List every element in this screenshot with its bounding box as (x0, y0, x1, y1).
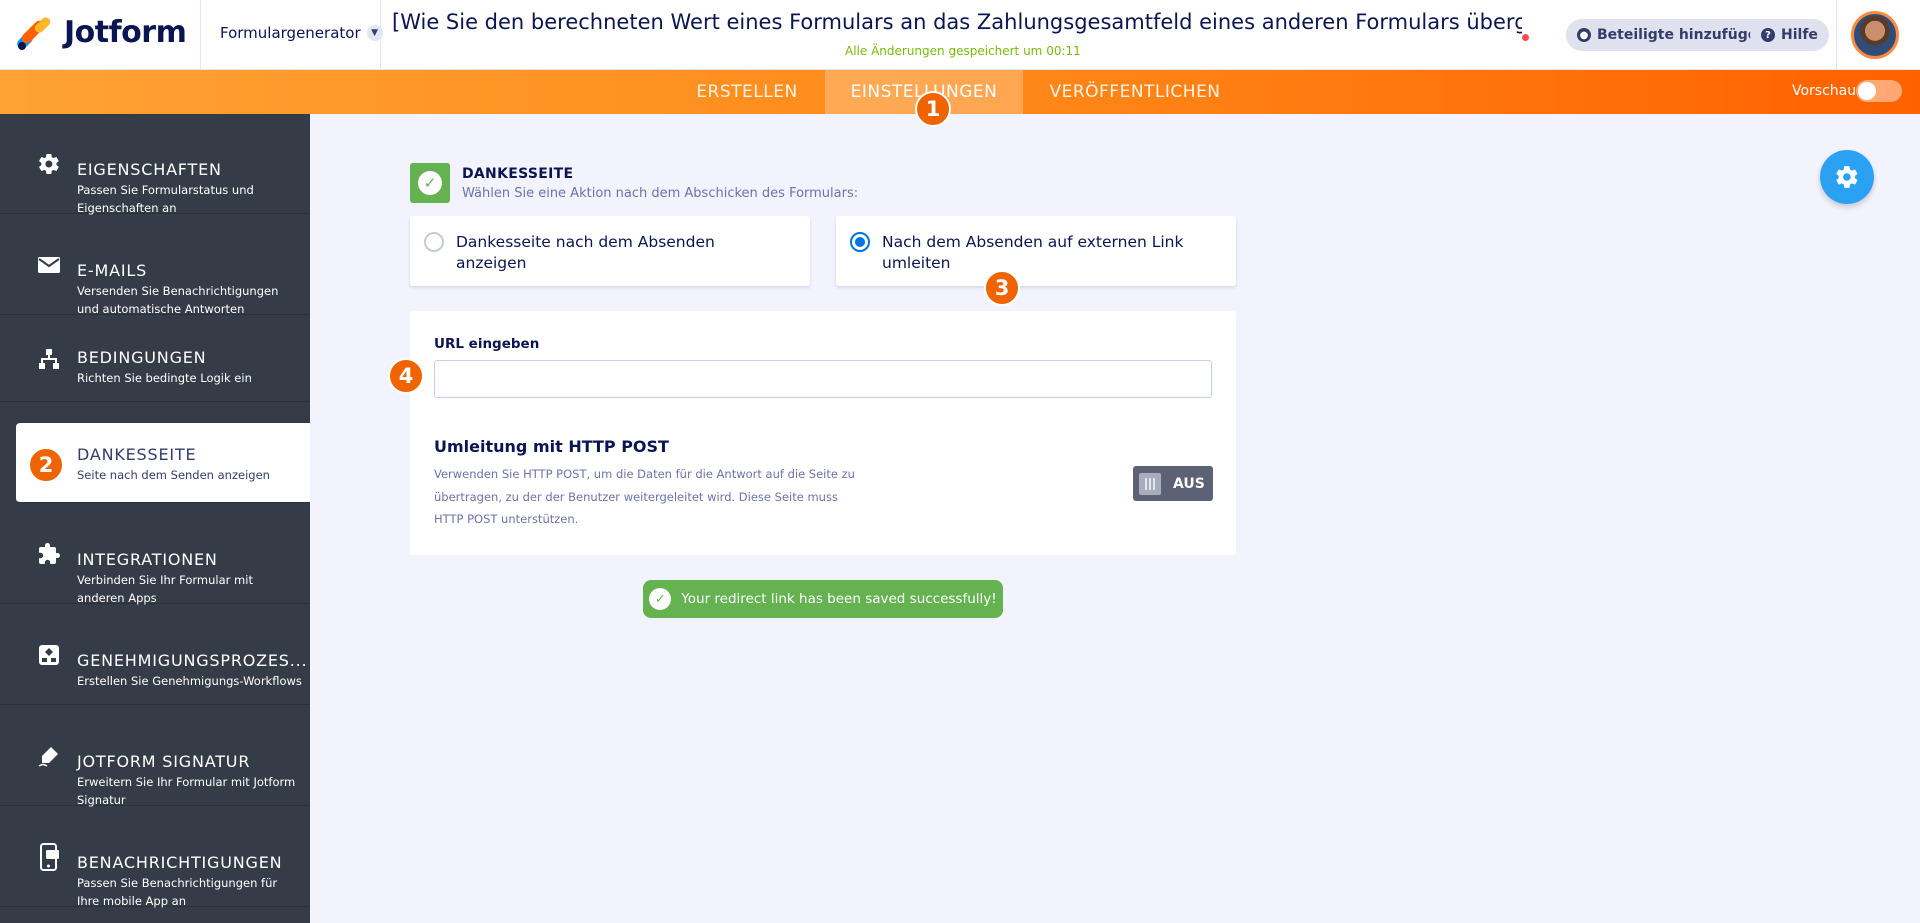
settings-gear-button[interactable] (1820, 150, 1874, 204)
preview-toggle[interactable] (1856, 80, 1902, 102)
sidebar-item-title: E-MAILS (77, 261, 148, 280)
sidebar-item-desc: Passen Sie Formularstatus und Eigenschaf… (77, 183, 254, 215)
http-post-toggle[interactable]: AUS (1133, 466, 1213, 501)
generator-dropdown[interactable]: Formulargenerator ▼ (220, 24, 383, 42)
settings-sidebar: EIGENSCHAFTEN Passen Sie Formularstatus … (0, 114, 310, 923)
help-label: Hilfe (1781, 27, 1818, 43)
gear-icon (36, 151, 62, 177)
check-circle-icon: ✓ (649, 588, 672, 610)
jotform-logo[interactable]: Jotform (15, 14, 187, 51)
gear-icon (1836, 166, 1858, 188)
header-divider (380, 0, 381, 70)
toggle-label: AUS (1173, 475, 1205, 492)
workflow-icon (36, 642, 62, 668)
sidebar-item-desc: Erweitern Sie Ihr Formular mit Jotform S… (77, 775, 296, 807)
sidebar-item-genehmigungsprozesse[interactable]: GENEHMIGUNGSPROZES... Erstellen Sie Gene… (0, 605, 310, 705)
hierarchy-icon (36, 346, 62, 372)
sidebar-item-title: JOTFORM SIGNATUR (77, 752, 251, 771)
saved-status: Alle Änderungen gespeichert um 00:11 (845, 44, 1081, 58)
toggle-knob (1858, 82, 1876, 100)
url-label: URL eingeben (434, 336, 540, 352)
url-input[interactable] (434, 360, 1212, 398)
toggle-grip-icon (1139, 472, 1161, 495)
add-participants-label: Beteiligte hinzufügen (1597, 27, 1768, 43)
avatar[interactable] (1851, 11, 1899, 59)
sidebar-item-integrationen[interactable]: INTEGRATIONEN Verbinden Sie Ihr Formular… (0, 504, 310, 605)
tab-erstellen[interactable]: ERSTELLEN (672, 70, 822, 114)
radio-button[interactable] (424, 232, 444, 252)
help-button[interactable]: ? Hilfe (1750, 19, 1829, 51)
envelope-icon (36, 252, 62, 278)
section-description: Wählen Sie eine Aktion nach dem Abschick… (462, 186, 859, 201)
generator-label: Formulargenerator (220, 24, 361, 42)
step-badge-2: 2 (28, 447, 64, 483)
sidebar-item-desc: Versenden Sie Benachrichtigungen und aut… (77, 284, 279, 316)
sidebar-item-desc: Erstellen Sie Genehmigungs-Workflows (77, 674, 302, 688)
header-divider (200, 0, 201, 70)
option-redirect-external-link[interactable]: Nach dem Absenden auf externen Link umle… (836, 216, 1236, 286)
sidebar-item-title: BENACHRICHTIGUNGEN (77, 853, 283, 872)
sidebar-item-desc: Richten Sie bedingte Logik ein (77, 371, 252, 385)
sidebar-item-emails[interactable]: E-MAILS Versenden Sie Benachrichtigungen… (0, 215, 310, 316)
preview-label: Vorschau (1792, 83, 1857, 99)
option-label: Dankesseite nach dem Absenden anzeigen (456, 233, 715, 272)
success-toast: ✓ Your redirect link has been saved succ… (643, 580, 1003, 618)
sidebar-item-benachrichtigungen[interactable]: BENACHRICHTIGUNGEN Passen Sie Benachrich… (0, 807, 310, 908)
step-badge-3: 3 (984, 270, 1020, 306)
sidebar-item-eigenschaften[interactable]: EIGENSCHAFTEN Passen Sie Formularstatus … (0, 114, 310, 215)
mobile-icon (36, 842, 62, 871)
jotform-logo-icon (15, 14, 53, 51)
option-label: Nach dem Absenden auf externen Link umle… (882, 233, 1184, 272)
sidebar-item-title: EIGENSCHAFTEN (77, 160, 222, 179)
sidebar-item-desc: Passen Sie Benachrichtigungen für Ihre m… (77, 876, 278, 908)
sidebar-item-desc: Seite nach dem Senden anzeigen (77, 468, 270, 482)
step-badge-4: 4 (388, 358, 424, 394)
sidebar-item-title: DANKESSEITE (77, 445, 197, 464)
header-divider (1836, 0, 1837, 70)
add-participants-button[interactable]: ● Beteiligte hinzufügen (1566, 19, 1779, 51)
option-show-thank-you-page[interactable]: Dankesseite nach dem Absenden anzeigen (410, 216, 810, 286)
top-header: Jotform Formulargenerator ▼ [Wie Sie den… (0, 0, 1920, 70)
sidebar-item-title: BEDINGUNGEN (77, 348, 207, 367)
sidebar-item-title: INTEGRATIONEN (77, 550, 218, 569)
dankesseite-check-icon: ✓ (410, 163, 450, 203)
logo-text: Jotform (64, 14, 187, 50)
sidebar-item-bedingungen[interactable]: BEDINGUNGEN Richten Sie bedingte Logik e… (0, 316, 310, 402)
form-title[interactable]: [Wie Sie den berechneten Wert eines Form… (392, 10, 1522, 34)
tab-veroeffentlichen[interactable]: VERÖFFENTLICHEN (1025, 70, 1245, 114)
unsaved-indicator-dot (1522, 34, 1529, 41)
radio-button-selected[interactable] (850, 232, 870, 252)
builder-nav: ERSTELLEN EINSTELLUNGEN VERÖFFENTLICHEN (0, 70, 1920, 114)
section-title: DANKESSEITE (462, 166, 574, 182)
step-badge-1: 1 (915, 91, 951, 127)
sidebar-item-jotform-signatur[interactable]: JOTFORM SIGNATUR Erweitern Sie Ihr Formu… (0, 706, 310, 807)
toast-message: Your redirect link has been saved succes… (681, 591, 997, 607)
user-icon: ● (1577, 28, 1591, 42)
question-icon: ? (1761, 28, 1775, 42)
pen-icon (36, 743, 62, 769)
puzzle-icon (36, 541, 62, 567)
sidebar-item-desc: Verbinden Sie Ihr Formular mit anderen A… (77, 573, 253, 605)
redirect-settings-panel: URL eingeben Umleitung mit HTTP POST Ver… (410, 311, 1236, 555)
http-post-title: Umleitung mit HTTP POST (434, 437, 669, 456)
http-post-description: Verwenden Sie HTTP POST, um die Daten fü… (434, 467, 855, 526)
sidebar-item-title: GENEHMIGUNGSPROZES... (77, 651, 308, 670)
